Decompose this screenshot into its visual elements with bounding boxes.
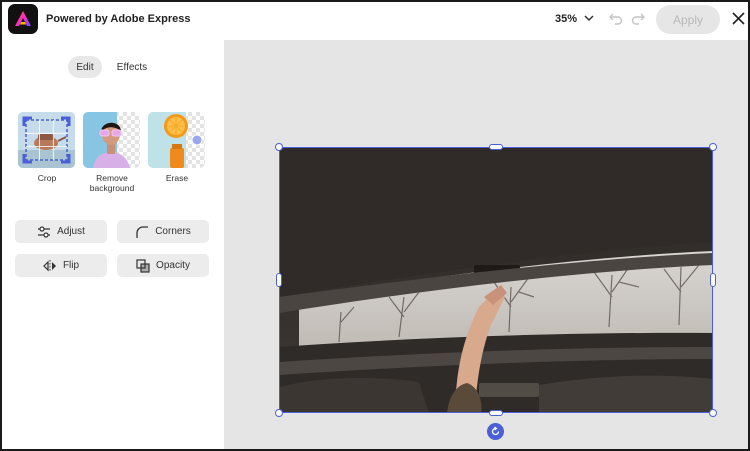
rotate-icon (491, 426, 500, 436)
corner-radius-icon (136, 225, 149, 238)
chevron-down-icon[interactable] (582, 11, 596, 25)
flip-icon (43, 259, 56, 272)
canvas-area (224, 40, 748, 449)
erase-label: Erase (165, 173, 189, 183)
remove-background-label: Remove background (89, 173, 135, 193)
resize-handle-right[interactable] (710, 273, 716, 287)
resize-handle-left[interactable] (276, 273, 282, 287)
app-window: Powered by Adobe Express 35% Apply Edit … (0, 0, 750, 451)
rotate-handle[interactable] (487, 423, 504, 440)
crop-thumbnail (18, 112, 75, 168)
redo-icon[interactable] (630, 10, 646, 26)
resize-handle-top[interactable] (489, 144, 503, 150)
undo-icon[interactable] (608, 10, 624, 26)
app-title: Powered by Adobe Express (46, 13, 191, 25)
resize-handle-top-left[interactable] (275, 143, 283, 151)
header-bar: Powered by Adobe Express 35% Apply (2, 2, 748, 40)
sliders-icon (38, 225, 51, 238)
flip-button[interactable]: Flip (15, 254, 107, 277)
remove-background-tool[interactable]: Remove background (83, 112, 141, 193)
tab-effects[interactable]: Effects (110, 56, 154, 78)
selection-box (279, 147, 713, 413)
adjust-label: Adjust (57, 226, 85, 237)
remove-background-thumbnail (83, 112, 140, 168)
adjust-button[interactable]: Adjust (15, 220, 107, 243)
erase-tool[interactable]: Erase (148, 112, 206, 183)
resize-handle-top-right[interactable] (709, 143, 717, 151)
corners-button[interactable]: Corners (117, 220, 209, 243)
flip-label: Flip (62, 260, 80, 271)
erase-thumbnail (148, 112, 205, 168)
close-icon[interactable] (731, 11, 746, 26)
edit-panel: Edit Effects Crop Remove background Eras… (2, 40, 224, 449)
opacity-icon (136, 258, 150, 273)
apply-button[interactable]: Apply (656, 5, 720, 34)
resize-handle-bottom[interactable] (489, 410, 503, 416)
adobe-express-logo-icon (8, 4, 38, 34)
crop-tool[interactable]: Crop (18, 112, 76, 183)
opacity-button[interactable]: Opacity (117, 254, 209, 277)
resize-handle-bottom-left[interactable] (275, 409, 283, 417)
corners-label: Corners (155, 226, 191, 237)
zoom-level[interactable]: 35% (555, 13, 577, 25)
tab-edit[interactable]: Edit (68, 56, 102, 78)
resize-handle-bottom-right[interactable] (709, 409, 717, 417)
opacity-label: Opacity (156, 260, 190, 271)
crop-label: Crop (37, 173, 57, 183)
